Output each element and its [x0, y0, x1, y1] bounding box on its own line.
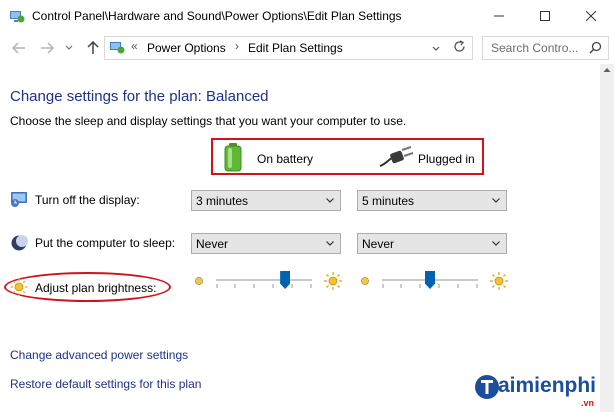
brightness-setting-label: Adjust plan brightness: — [35, 281, 157, 295]
navigation-bar: « Power Options › Edit Plan Settings Sea… — [0, 32, 614, 64]
watermark-text: aimienphi — [498, 374, 597, 397]
main-content: Change settings for the plan: Balanced C… — [0, 64, 600, 412]
maximize-button[interactable] — [522, 0, 568, 32]
chevron-down-icon — [326, 241, 334, 246]
back-button[interactable] — [10, 40, 28, 56]
vertical-scrollbar[interactable] — [600, 64, 614, 412]
minimize-icon — [494, 15, 504, 17]
refresh-icon — [454, 40, 465, 52]
breadcrumb-separator: › — [235, 39, 239, 53]
plug-icon — [379, 146, 414, 167]
slider-ticks — [216, 284, 312, 288]
sleep-plugged-select[interactable]: Never — [357, 233, 507, 254]
chevron-down-icon — [492, 241, 500, 246]
brightness-battery-slider[interactable] — [216, 268, 312, 294]
breadcrumb-overflow[interactable]: « — [131, 39, 138, 53]
search-box[interactable]: Search Contro... — [482, 36, 609, 60]
restore-defaults-link[interactable]: Restore default settings for this plan — [10, 377, 201, 391]
control-panel-icon — [110, 42, 125, 54]
battery-icon — [224, 143, 242, 172]
search-placeholder[interactable]: Search Contro... — [491, 41, 578, 55]
brightness-plugged-slider[interactable] — [382, 268, 478, 294]
sleep-battery-value: Never — [196, 237, 229, 251]
breadcrumb-power-options[interactable]: Power Options — [147, 41, 226, 55]
watermark-t-icon — [475, 375, 499, 399]
watermark-domain: .vn — [581, 398, 595, 408]
sleep-setting-label: Put the computer to sleep: — [35, 236, 176, 250]
display-plugged-select[interactable]: 5 minutes — [357, 190, 507, 211]
search-icon — [589, 41, 602, 54]
watermark-logo: aimienphi .vn — [474, 370, 604, 410]
sun-icon — [361, 277, 369, 285]
chevron-down-icon — [432, 46, 440, 51]
display-battery-select[interactable]: 3 minutes — [191, 190, 341, 211]
power-source-header: On battery Plugged in — [211, 138, 484, 175]
address-bar[interactable]: « Power Options › Edit Plan Settings — [104, 36, 473, 60]
column-plugged-in: Plugged in — [418, 152, 475, 166]
refresh-button[interactable] — [453, 40, 466, 56]
chevron-down-icon — [326, 198, 334, 203]
window-title: Control Panel\Hardware and Sound\Power O… — [32, 9, 402, 23]
sun-icon — [490, 272, 508, 290]
monitor-icon — [11, 192, 27, 207]
up-button[interactable] — [84, 40, 102, 56]
advanced-settings-link[interactable]: Change advanced power settings — [10, 348, 188, 362]
close-icon — [586, 11, 596, 21]
maximize-icon — [540, 11, 550, 21]
up-arrow-icon — [87, 41, 99, 54]
recent-locations-button[interactable] — [64, 40, 74, 56]
moon-icon — [11, 235, 28, 251]
page-title: Change settings for the plan: Balanced — [10, 88, 269, 105]
breadcrumb-edit-plan-settings[interactable]: Edit Plan Settings — [248, 41, 343, 55]
column-on-battery: On battery — [257, 152, 314, 166]
title-bar: Control Panel\Hardware and Sound\Power O… — [0, 0, 614, 32]
sun-icon — [324, 272, 342, 290]
minimize-button[interactable] — [476, 0, 522, 32]
chevron-down-icon — [492, 198, 500, 203]
close-button[interactable] — [568, 0, 614, 32]
sun-icon — [10, 278, 28, 296]
sun-icon — [195, 277, 203, 285]
display-setting-label: Turn off the display: — [35, 193, 140, 207]
control-panel-icon — [10, 11, 25, 23]
forward-button[interactable] — [38, 40, 56, 56]
display-battery-value: 3 minutes — [196, 194, 249, 208]
address-dropdown-button[interactable] — [432, 41, 440, 55]
chevron-down-icon — [65, 45, 73, 50]
sleep-plugged-value: Never — [362, 237, 395, 251]
sleep-battery-select[interactable]: Never — [191, 233, 341, 254]
display-plugged-value: 5 minutes — [362, 194, 415, 208]
page-description: Choose the sleep and display settings th… — [10, 114, 407, 128]
back-arrow-icon — [12, 42, 25, 54]
scroll-up-arrow-icon[interactable] — [603, 67, 611, 73]
forward-arrow-icon — [41, 42, 54, 54]
